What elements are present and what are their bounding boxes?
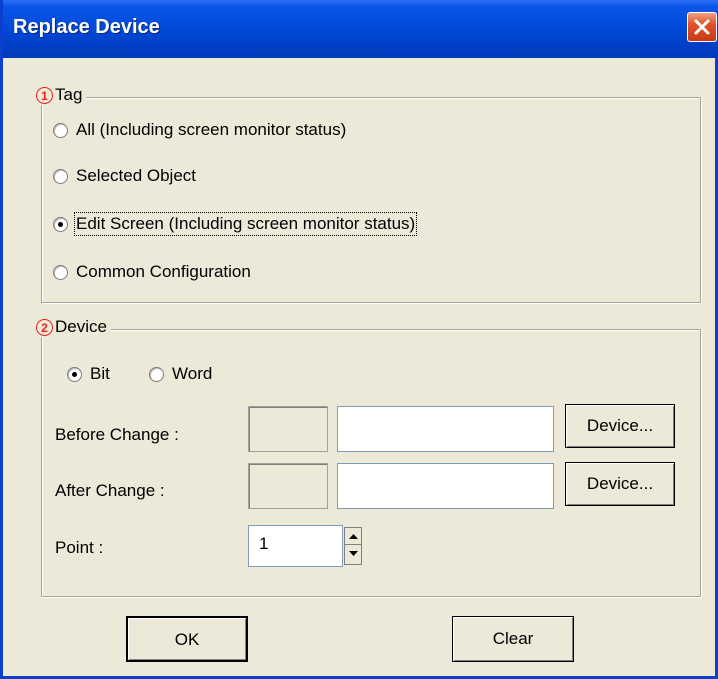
- point-input[interactable]: 1: [248, 525, 343, 567]
- title-bar[interactable]: Replace Device: [3, 0, 718, 58]
- radio-button[interactable]: [53, 264, 68, 280]
- after-change-label: After Change :: [55, 481, 165, 500]
- after-change-device-button[interactable]: Device...: [565, 462, 675, 506]
- ok-button-label: OK: [174, 630, 200, 649]
- tag-option-label: Common Configuration: [76, 262, 251, 281]
- tag-option-common-configuration[interactable]: Common Configuration: [53, 262, 251, 282]
- tag-option-edit-screen[interactable]: Edit Screen (Including screen monitor st…: [53, 212, 418, 236]
- tag-option-label: Edit Screen (Including screen monitor st…: [73, 212, 418, 236]
- point-spinner[interactable]: [344, 527, 362, 565]
- clear-button[interactable]: Clear: [452, 616, 574, 662]
- before-change-device-button[interactable]: Device...: [565, 404, 675, 448]
- device-legend-label: Device: [55, 317, 107, 336]
- tag-option-label: All (Including screen monitor status): [76, 120, 347, 139]
- tag-legend-label: Tag: [55, 85, 83, 104]
- radio-button[interactable]: [67, 366, 82, 382]
- tag-option-label: Selected Object: [76, 166, 197, 185]
- device-legend: 2 Device: [36, 317, 111, 337]
- spin-up-button[interactable]: [345, 528, 361, 545]
- tag-option-all[interactable]: All (Including screen monitor status): [53, 120, 346, 140]
- before-change-device-type-field: [248, 406, 328, 452]
- close-icon: [694, 19, 710, 35]
- radio-button[interactable]: [53, 122, 68, 138]
- window-title: Replace Device: [13, 16, 160, 38]
- radio-button[interactable]: [53, 216, 68, 232]
- tag-legend: 1 Tag: [36, 85, 87, 105]
- tag-option-selected-object[interactable]: Selected Object: [53, 166, 196, 186]
- spin-down-button[interactable]: [345, 545, 361, 562]
- before-change-label: Before Change :: [55, 425, 179, 444]
- point-value: 1: [259, 534, 269, 553]
- ok-button[interactable]: OK: [126, 616, 248, 662]
- replace-device-dialog: Replace Device 1 Tag All (Including scre…: [0, 0, 718, 679]
- radio-button[interactable]: [53, 168, 68, 184]
- step-1-badge: 1: [36, 86, 53, 104]
- radio-button[interactable]: [149, 366, 164, 382]
- device-button-label: Device...: [586, 416, 654, 435]
- device-type-label: Word: [172, 364, 213, 383]
- device-type-word[interactable]: Word: [149, 364, 212, 384]
- device-button-label: Device...: [586, 474, 654, 493]
- after-change-device-input[interactable]: [337, 463, 554, 509]
- step-2-badge: 2: [36, 318, 53, 336]
- clear-button-label: Clear: [492, 629, 534, 648]
- before-change-device-input[interactable]: [337, 406, 554, 452]
- close-button[interactable]: [687, 12, 717, 42]
- device-type-label: Bit: [90, 364, 110, 383]
- after-change-device-type-field: [248, 463, 328, 509]
- arrow-up-icon: [349, 534, 358, 539]
- arrow-down-icon: [349, 551, 358, 556]
- point-label: Point :: [55, 538, 104, 557]
- device-type-bit[interactable]: Bit: [67, 364, 110, 384]
